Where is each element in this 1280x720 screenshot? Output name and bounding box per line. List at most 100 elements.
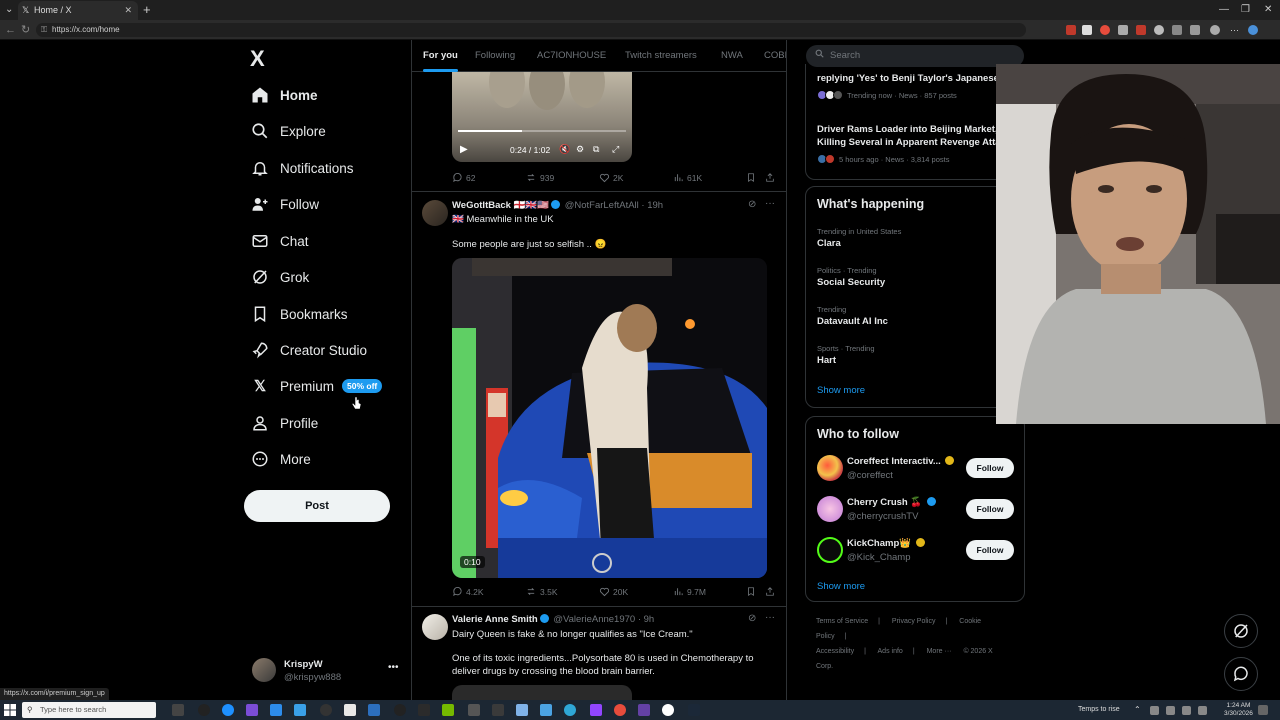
nav-bookmarks[interactable]: Bookmarks <box>250 299 348 329</box>
author-handle[interactable]: @ValerieAnne1970 <box>553 614 635 625</box>
video-progress-bar[interactable] <box>458 130 626 132</box>
app-icon[interactable] <box>222 704 234 716</box>
more-dots-icon[interactable]: ••• <box>388 662 399 673</box>
follow-button[interactable]: Follow <box>966 540 1014 560</box>
tray-icon[interactable] <box>1150 706 1159 715</box>
taskbar-clock[interactable]: 1:24 AM 3/30/2026 <box>1224 702 1253 718</box>
avatar[interactable] <box>817 537 843 563</box>
nav-home[interactable]: Home <box>250 80 318 110</box>
footer-link[interactable]: Ads info <box>878 648 903 655</box>
messages-floating-button[interactable] <box>1224 657 1258 691</box>
tray-chevron-icon[interactable]: ⌃ <box>1134 704 1146 716</box>
app-icon[interactable] <box>638 704 650 716</box>
news-title[interactable]: replying 'Yes' to Benji Taylor's Japanes… <box>817 72 1007 85</box>
nav-profile[interactable]: Profile <box>250 408 318 438</box>
tab-list-icon[interactable]: ⌄ <box>5 0 13 19</box>
taskbar-search-input[interactable]: ⚲ Type here to search <box>22 702 156 718</box>
avatar[interactable] <box>817 496 843 522</box>
nav-grok[interactable]: Grok <box>250 262 309 292</box>
back-icon[interactable]: ← <box>5 20 16 40</box>
url-field[interactable]: ⚿ https://x.com/home <box>36 23 1026 37</box>
tab-twitch-streamers[interactable]: Twitch streamers <box>625 40 697 72</box>
more-dots-icon[interactable]: ··· <box>765 198 775 209</box>
restore-icon[interactable]: ❐ <box>1241 0 1250 19</box>
share-button[interactable] <box>765 172 778 183</box>
like-button[interactable]: 20K <box>599 586 628 597</box>
app-icon[interactable] <box>344 704 356 716</box>
windows-start-icon[interactable] <box>4 704 16 716</box>
nav-more[interactable]: More <box>250 444 311 474</box>
footer-link[interactable]: Accessibility <box>816 648 854 655</box>
extension-icon[interactable] <box>1154 25 1164 35</box>
account-switcher[interactable]: KrispyW @krispyw888 ••• <box>252 656 402 688</box>
nav-creator-studio[interactable]: Creator Studio <box>250 335 367 365</box>
nav-follow[interactable]: Follow <box>250 189 319 219</box>
reply-button[interactable]: 62 <box>452 172 475 183</box>
post-media[interactable] <box>452 685 632 700</box>
app-icon[interactable] <box>246 704 258 716</box>
views-button[interactable]: 9.7M <box>673 586 706 597</box>
avatar[interactable] <box>422 200 448 226</box>
nav-explore[interactable]: Explore <box>250 116 326 146</box>
app-icon[interactable] <box>614 704 626 716</box>
profile-avatar-icon[interactable] <box>1210 25 1220 35</box>
grok-icon[interactable]: ⊘ <box>748 199 756 210</box>
repost-button[interactable]: 3.5K <box>525 586 558 597</box>
trend-name[interactable]: Hart <box>817 355 836 366</box>
new-tab-button[interactable]: + <box>143 0 151 19</box>
nav-premium[interactable]: 𝕏 Premium 50% off <box>250 371 383 401</box>
extension-icon[interactable] <box>1100 25 1110 35</box>
tab-following[interactable]: Following <box>475 40 515 72</box>
avatar[interactable] <box>422 614 448 640</box>
task-view-icon[interactable] <box>172 704 184 716</box>
author-handle[interactable]: @NotFarLeftAtAll <box>565 200 639 211</box>
extension-icon[interactable] <box>1190 25 1200 35</box>
app-icon[interactable] <box>662 704 674 716</box>
bookmark-button[interactable] <box>746 586 759 597</box>
show-more-link[interactable]: Show more <box>817 581 865 592</box>
video-player[interactable]: 0:10 <box>452 258 767 578</box>
app-icon[interactable] <box>394 704 406 716</box>
tab-cobe[interactable]: COBE <box>764 40 786 72</box>
more-dots-icon[interactable]: ··· <box>765 612 775 623</box>
taskbar-weather[interactable]: Temps to rise <box>1078 700 1120 720</box>
news-title-line2[interactable]: Killing Several in Apparent Revenge Atta <box>817 136 1007 149</box>
author-name[interactable]: WeGotItBack 🏴󠁧󠁢󠁥󠁮󠁧󠁿🇬🇧🇺🇸 <box>452 200 549 211</box>
extension-icon[interactable] <box>1082 25 1092 35</box>
app-icon[interactable] <box>468 704 480 716</box>
tray-icon[interactable] <box>1182 706 1191 715</box>
app-icon[interactable] <box>540 704 552 716</box>
grok-floating-button[interactable] <box>1224 614 1258 648</box>
like-button[interactable]: 2K <box>599 172 623 183</box>
close-window-icon[interactable]: ✕ <box>1264 0 1272 19</box>
menu-dots-icon[interactable]: ⋯ <box>1230 25 1240 35</box>
bookmark-button[interactable] <box>746 172 759 183</box>
trend-name[interactable]: Social Security <box>817 277 885 288</box>
play-icon[interactable]: ▶ <box>460 144 468 155</box>
follow-button[interactable]: Follow <box>966 499 1014 519</box>
copilot-icon[interactable] <box>1248 25 1258 35</box>
x-logo[interactable]: X <box>250 46 265 72</box>
tab-close-icon[interactable]: ✕ <box>124 1 132 20</box>
minimize-icon[interactable]: — <box>1219 0 1229 19</box>
app-icon[interactable] <box>294 704 306 716</box>
footer-link[interactable]: Terms of Service <box>816 618 868 625</box>
extension-icon[interactable] <box>1066 25 1076 35</box>
share-button[interactable] <box>765 586 778 597</box>
trend-name[interactable]: Datavault AI Inc <box>817 316 888 327</box>
pip-icon[interactable]: ⧉ <box>593 144 599 155</box>
post-button[interactable]: Post <box>244 490 390 522</box>
app-icon[interactable] <box>270 704 282 716</box>
account-name[interactable]: KickChamp👑 <box>847 538 927 549</box>
volume-icon[interactable]: 🔇 <box>559 144 570 155</box>
news-title[interactable]: Driver Rams Loader into Beijing Market, <box>817 123 1007 136</box>
footer-link[interactable]: Privacy Policy <box>892 618 936 625</box>
app-icon[interactable] <box>320 704 332 716</box>
app-icon[interactable] <box>198 704 210 716</box>
app-icon[interactable] <box>418 704 430 716</box>
post-time[interactable]: · 9h <box>638 614 654 625</box>
tab-ac7ionhouse[interactable]: AC7IONHOUSE <box>537 40 606 72</box>
grok-icon[interactable]: ⊘ <box>748 613 756 624</box>
app-icon[interactable] <box>442 704 454 716</box>
app-icon[interactable] <box>590 704 602 716</box>
